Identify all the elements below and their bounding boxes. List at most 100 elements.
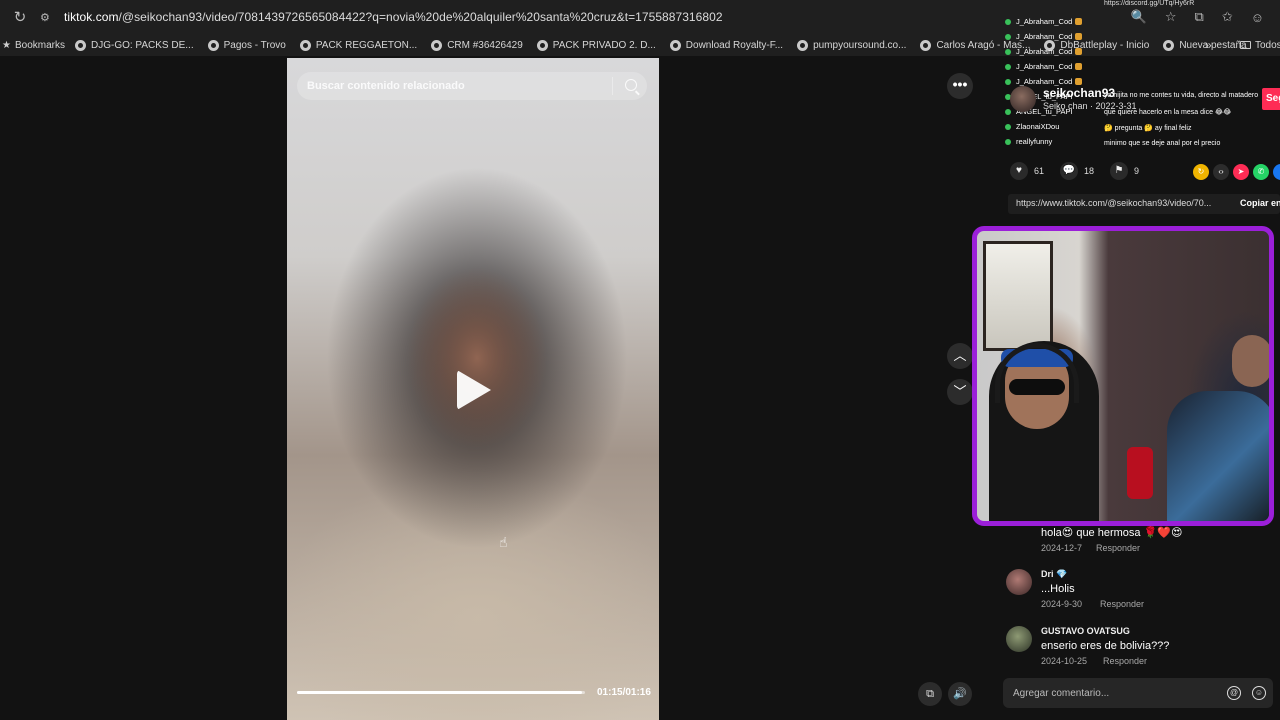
bookmark-item[interactable]: DJG-GO: PACKS DE... (74, 39, 194, 51)
video-player[interactable]: Buscar contenido relacionado ☝ 01:15/01:… (287, 58, 659, 720)
chat-message: minimo que se deje anal por el precio (1104, 140, 1221, 147)
reload-icon[interactable]: ↻ (0, 8, 40, 26)
save-count: 9 (1134, 166, 1140, 176)
reply-button[interactable]: Responder (1096, 543, 1140, 553)
chat-user: J_Abraham_Cod (1005, 59, 1105, 74)
search-icon[interactable] (625, 79, 637, 91)
avatar[interactable] (1006, 626, 1032, 652)
mention-icon[interactable]: @ (1227, 686, 1241, 700)
video-time: 01:15/01:16 (597, 687, 651, 698)
online-dot-icon (1005, 33, 1011, 40)
bookmark-item[interactable]: CRM #36426429 (431, 39, 523, 51)
reply-button[interactable]: Responder (1100, 599, 1144, 609)
globe-icon (797, 39, 809, 51)
comment-date: 2024-10-25 (1041, 656, 1088, 666)
send-icon[interactable]: ➤ (1233, 164, 1249, 180)
online-dot-icon (1005, 138, 1011, 145)
globe-icon (920, 39, 932, 51)
webcam-overlay (972, 226, 1274, 526)
webcam-window-frame (983, 241, 1053, 351)
embed-icon[interactable]: ‹› (1213, 164, 1229, 180)
bookmark-item[interactable]: PACK REGGAETON... (299, 39, 417, 51)
chat-message: 🤔 pregunta 🤔 ay final feliz (1104, 125, 1192, 132)
globe-icon (299, 39, 311, 51)
video-progress-bar[interactable] (297, 691, 585, 694)
all-bookmarks-button[interactable]: Todos (1240, 40, 1280, 51)
extensions-icon[interactable]: ⧉ (1195, 9, 1204, 25)
post-stats: ♥ 61 💬 18 ⚑ 9 (1010, 162, 1155, 180)
share-repost-icon[interactable]: ↻ (1193, 164, 1209, 180)
globe-icon (669, 39, 681, 51)
bookmark-item[interactable]: Pagos - Trovo (207, 39, 286, 51)
related-search-input[interactable]: Buscar contenido relacionado (297, 72, 647, 100)
reply-button[interactable]: Responder (1103, 656, 1147, 666)
badge-icon (1075, 78, 1083, 85)
folder-icon (1240, 41, 1251, 49)
chat-message: ya hijita no me contes tu vida, directo … (1104, 92, 1259, 99)
comment-text: hola😍 que hermosa 🌹❤️😍 (1041, 527, 1183, 539)
avatar[interactable] (1006, 569, 1032, 595)
zoom-icon[interactable]: 🔍 (1131, 9, 1147, 25)
copy-link-button[interactable]: Copiar en (1240, 198, 1280, 208)
online-dot-icon (1005, 78, 1011, 85)
search-placeholder: Buscar contenido relacionado (307, 80, 465, 92)
globe-icon (1163, 39, 1175, 51)
badge-icon (1075, 18, 1083, 25)
badge-icon (1075, 63, 1083, 70)
discord-overlay: https://discord.gg/UTq/Hy6rR (1104, 0, 1195, 7)
bookmark-icon: ⚑ (1110, 162, 1129, 180)
comment-text: enserio eres de bolivia??? (1041, 640, 1170, 652)
url-host: tiktok.com (64, 10, 119, 24)
comment-author[interactable]: GUSTAVO OVATSUG (1041, 626, 1130, 636)
badge-icon (1075, 33, 1083, 40)
url-text[interactable]: tiktok.com/@seikochan93/video/7081439726… (64, 10, 723, 24)
stream-chat-users: J_Abraham_Cod J_Abraham_Cod J_Abraham_Co… (1005, 14, 1105, 149)
online-dot-icon (1005, 63, 1011, 70)
comment-input[interactable] (1003, 678, 1213, 708)
more-options-button[interactable]: ••• (947, 73, 973, 99)
next-video-button[interactable]: ﹀ (947, 379, 973, 405)
comment-button[interactable]: 💬 18 (1060, 162, 1094, 180)
bookmarks-star-icon: ★ (2, 39, 11, 51)
chat-user: ZlaonaiXDou (1005, 119, 1105, 134)
comment-date: 2024-9-30 (1041, 599, 1083, 609)
chat-user: J_Abraham_Cod (1005, 29, 1105, 44)
save-button[interactable]: ⚑ 9 (1110, 162, 1139, 180)
search-divider (612, 77, 613, 95)
hand-cursor-icon: ☝ (499, 534, 508, 550)
facebook-icon[interactable]: f (1273, 164, 1280, 180)
bookmark-item[interactable]: PACK PRIVADO 2. D... (536, 39, 656, 51)
share-buttons: ↻ ‹› ➤ ✆ f (1193, 164, 1280, 180)
site-settings-icon[interactable]: ⚙ (40, 11, 54, 24)
bookmark-star-icon[interactable]: ☆ (1165, 9, 1177, 25)
webcam-guest (1167, 391, 1269, 521)
screen: ↻ ⚙ tiktok.com/@seikochan93/video/708143… (0, 0, 1280, 720)
url-path: /@seikochan93/video/7081439726565084422?… (118, 10, 723, 24)
chat-user: J_Abraham_Cod (1005, 44, 1105, 59)
emoji-icon[interactable]: ☺ (1252, 686, 1266, 700)
chat-user: J_Abraham_Cod (1005, 14, 1105, 29)
video-progress-fill (297, 691, 583, 694)
comment-author[interactable]: Dri 💎 (1041, 569, 1067, 580)
favorites-icon[interactable]: ✩ (1222, 9, 1233, 25)
heart-icon: ♥ (1010, 162, 1028, 180)
globe-icon (431, 39, 443, 51)
play-icon[interactable] (457, 370, 491, 410)
comment-text: ...Holis (1041, 583, 1075, 595)
bookmarks-overflow-icon[interactable]: » (1205, 38, 1212, 52)
author-avatar[interactable] (1010, 86, 1036, 112)
previous-video-button[interactable]: ︿ (947, 343, 973, 369)
volume-icon[interactable]: 🔊 (948, 682, 972, 706)
microphone-icon (1127, 447, 1153, 499)
like-button[interactable]: ♥ 61 (1010, 162, 1044, 180)
whatsapp-icon[interactable]: ✆ (1253, 164, 1269, 180)
bookmark-item[interactable]: pumpyoursound.co... (797, 39, 906, 51)
bookmarks-label[interactable]: Bookmarks (15, 40, 65, 51)
bookmark-item[interactable]: Download Royalty-F... (669, 39, 783, 51)
globe-icon (536, 39, 548, 51)
profile-icon[interactable]: ☺ (1251, 10, 1264, 25)
fullscreen-toggle-icon[interactable]: ⧉ (918, 682, 942, 706)
follow-button[interactable]: Seg (1262, 88, 1280, 110)
stream-chat-messages: ya hijita no me contes tu vida, directo … (1104, 92, 1259, 156)
webcam-guest-head (1232, 335, 1269, 387)
